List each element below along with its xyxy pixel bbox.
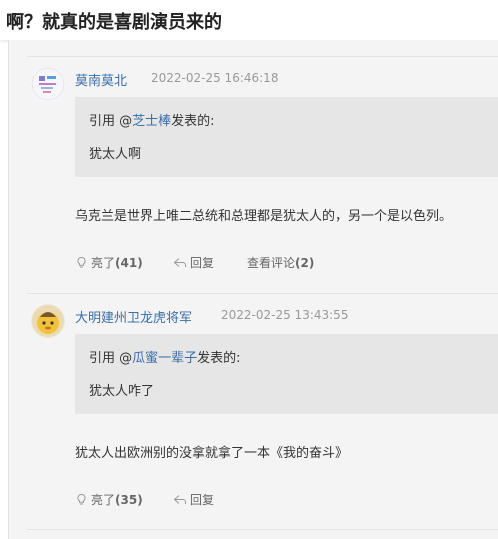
reply-icon: [173, 258, 186, 267]
quote-text: 犹太人咋了: [89, 384, 155, 399]
title-bar: 啊？就真的是喜剧演员来的: [0, 0, 498, 40]
reply-button[interactable]: 回复: [173, 254, 214, 271]
avatar-image: [31, 67, 65, 101]
avatar[interactable]: [31, 304, 65, 338]
view-comments-count: (2): [295, 256, 315, 270]
reply-thread: 莫南莫北 2022-02-25 16:46:18 引用 @芝士棒发表的: 犹太人…: [9, 40, 498, 539]
page-title: 啊？就真的是喜剧演员来的: [6, 12, 222, 33]
reply-label: 回复: [190, 256, 215, 270]
lightbulb-icon: [77, 493, 86, 505]
reply-post: 大明建州卫龙虎将军 2022-02-25 13:43:55 引用 @瓜蜜一辈子发…: [27, 294, 498, 529]
post-actions: 亮了(35) 回复: [75, 491, 498, 507]
like-button[interactable]: 亮了(35): [75, 491, 143, 508]
quote-block: 引用 @瓜蜜一辈子发表的: 犹太人咋了: [75, 334, 498, 414]
quote-suffix: 发表的:: [171, 114, 215, 129]
quote-prefix: 引用 @: [89, 351, 133, 366]
post-content: 犹太人出欧洲别的没拿就拿了一本《我的奋斗》: [75, 446, 349, 461]
quote-user-link[interactable]: 瓜蜜一辈子: [132, 351, 197, 366]
like-count: (41): [115, 256, 143, 270]
lightbulb-icon: [77, 256, 86, 268]
reply-post: 莫南莫北 2022-02-25 16:46:18 引用 @芝士棒发表的: 犹太人…: [27, 57, 498, 293]
quote-header: 引用 @瓜蜜一辈子发表的:: [89, 347, 241, 366]
avatar-image: [31, 304, 65, 338]
post-divider: [27, 529, 498, 530]
like-count: (35): [115, 493, 143, 507]
quote-text: 犹太人啊: [89, 147, 142, 162]
post-actions: 亮了(41) 回复 查看评论(2): [75, 254, 498, 270]
reply-icon: [173, 495, 186, 504]
quote-block: 引用 @芝士棒发表的: 犹太人啊: [75, 97, 498, 177]
post-timestamp: 2022-02-25 16:46:18: [151, 71, 279, 85]
like-button[interactable]: 亮了(41): [75, 254, 143, 271]
reply-label: 回复: [190, 493, 215, 507]
view-comments-button[interactable]: 查看评论(2): [247, 254, 314, 271]
like-label: 亮了: [91, 256, 116, 270]
avatar[interactable]: [31, 67, 65, 101]
quote-suffix: 发表的:: [197, 351, 241, 366]
post-timestamp: 2022-02-25 13:43:55: [221, 308, 349, 322]
quote-header: 引用 @芝士棒发表的:: [89, 110, 215, 129]
post-content: 乌克兰是世界上唯二总统和总理都是犹太人的，另一个是以色列。: [75, 209, 453, 224]
quote-prefix: 引用 @: [89, 114, 133, 129]
author-name[interactable]: 莫南莫北: [75, 70, 127, 89]
view-comments-label: 查看评论: [247, 256, 296, 270]
quote-user-link[interactable]: 芝士棒: [132, 114, 171, 129]
reply-button[interactable]: 回复: [173, 491, 214, 508]
like-label: 亮了: [91, 493, 116, 507]
author-name[interactable]: 大明建州卫龙虎将军: [75, 307, 192, 326]
